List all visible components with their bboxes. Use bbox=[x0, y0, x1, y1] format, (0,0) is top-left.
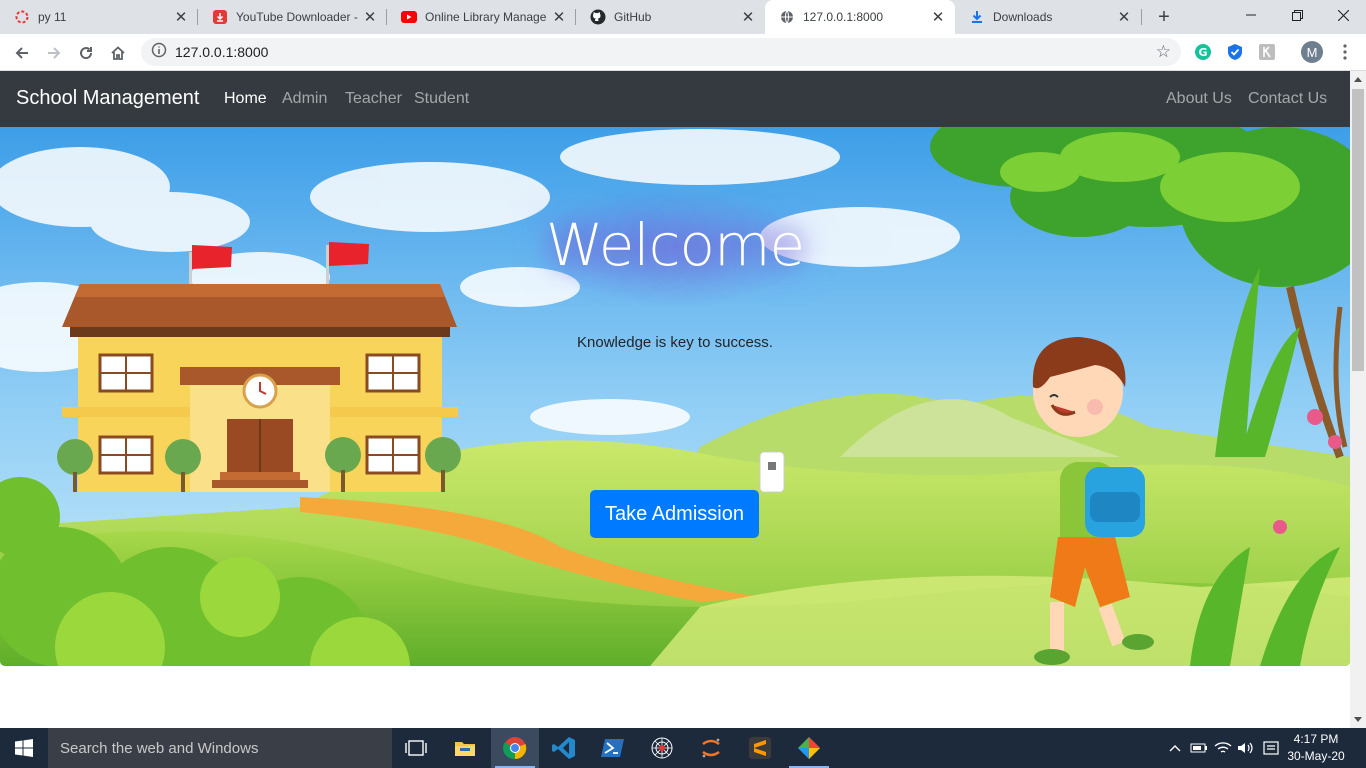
download-icon bbox=[212, 9, 228, 25]
tab-youtube-downloader[interactable]: YouTube Downloader - ✕ bbox=[198, 0, 387, 34]
clock-time: 4:17 PM bbox=[1293, 732, 1339, 746]
nav-link-contact-us[interactable]: Contact Us bbox=[1248, 90, 1327, 108]
globe-icon bbox=[779, 9, 795, 25]
browser-toolbar: 127.0.0.1:8000 ☆ G M bbox=[0, 34, 1366, 71]
scroll-down-arrow-icon[interactable] bbox=[1354, 717, 1362, 722]
nav-link-about-us[interactable]: About Us bbox=[1166, 90, 1232, 108]
back-button[interactable] bbox=[8, 39, 36, 67]
grammarly-icon[interactable]: G bbox=[1193, 42, 1213, 62]
start-button[interactable] bbox=[0, 728, 48, 768]
download-arrow-icon bbox=[969, 9, 985, 25]
profile-avatar[interactable]: M bbox=[1301, 41, 1323, 63]
tab-online-library[interactable]: Online Library Manage ✕ bbox=[387, 0, 576, 34]
close-icon[interactable]: ✕ bbox=[1115, 8, 1133, 26]
jupyter-icon[interactable] bbox=[687, 728, 735, 768]
tab-title: YouTube Downloader - bbox=[236, 10, 358, 24]
tab-title: 127.0.0.1:8000 bbox=[803, 10, 884, 24]
taskbar-clock[interactable]: 4:17 PM 30-May-20 bbox=[1286, 731, 1346, 765]
hero-banner: Welcome Knowledge is key to success. Tak… bbox=[0, 127, 1350, 666]
forward-button[interactable] bbox=[40, 39, 68, 67]
svg-text:G: G bbox=[1198, 46, 1207, 59]
scroll-up-arrow-icon[interactable] bbox=[1354, 77, 1362, 82]
notifications-icon[interactable] bbox=[1260, 728, 1282, 768]
file-explorer-icon[interactable] bbox=[441, 728, 489, 768]
loading-icon bbox=[14, 9, 30, 25]
scrollbar-thumb[interactable] bbox=[1352, 89, 1364, 371]
tab-title: Downloads bbox=[993, 10, 1053, 24]
tab-localhost[interactable]: 127.0.0.1:8000 ✕ bbox=[765, 0, 955, 34]
sublime-text-icon[interactable] bbox=[736, 728, 784, 768]
search-placeholder: Search the web and Windows bbox=[60, 739, 259, 757]
close-window-button[interactable] bbox=[1320, 0, 1366, 30]
close-icon[interactable]: ✕ bbox=[929, 8, 947, 26]
tab-py11[interactable]: py 11 ✕ bbox=[0, 0, 198, 34]
page-scrollbar[interactable] bbox=[1350, 71, 1366, 728]
tab-title: GitHub bbox=[614, 10, 652, 24]
nav-link-admin[interactable]: Admin bbox=[282, 90, 327, 108]
youtube-icon bbox=[401, 9, 417, 25]
wifi-icon[interactable] bbox=[1212, 728, 1234, 768]
page-viewport: School Management Home Admin Teacher Stu… bbox=[0, 71, 1350, 728]
tab-title: Online Library Manage bbox=[425, 10, 547, 24]
menu-dots-icon[interactable] bbox=[1335, 42, 1355, 62]
github-icon bbox=[590, 9, 606, 25]
reload-button[interactable] bbox=[72, 39, 100, 67]
nav-link-student[interactable]: Student bbox=[414, 90, 469, 108]
clock-date: 30-May-20 bbox=[1287, 749, 1345, 763]
close-icon[interactable]: ✕ bbox=[172, 8, 190, 26]
shield-icon[interactable] bbox=[1225, 42, 1245, 62]
task-view-icon[interactable] bbox=[392, 728, 440, 768]
taskbar-search[interactable]: Search the web and Windows bbox=[48, 728, 392, 768]
extension-icon[interactable] bbox=[1257, 42, 1277, 62]
navbar-brand[interactable]: School Management bbox=[16, 87, 199, 110]
address-bar[interactable]: 127.0.0.1:8000 ☆ bbox=[141, 38, 1181, 66]
tab-title: py 11 bbox=[38, 10, 67, 24]
tab-downloads[interactable]: Downloads ✕ bbox=[955, 0, 1141, 34]
close-icon[interactable]: ✕ bbox=[361, 8, 379, 26]
new-tab-button[interactable]: + bbox=[1152, 5, 1176, 29]
site-navbar: School Management Home Admin Teacher Stu… bbox=[0, 71, 1350, 127]
bookmark-star-icon[interactable]: ☆ bbox=[1156, 42, 1171, 62]
windows-logo-icon bbox=[15, 739, 33, 757]
powershell-icon[interactable] bbox=[589, 728, 637, 768]
tab-github[interactable]: GitHub ✕ bbox=[576, 0, 765, 34]
volume-icon[interactable] bbox=[1236, 728, 1256, 768]
minimize-button[interactable] bbox=[1228, 0, 1274, 30]
close-icon[interactable]: ✕ bbox=[739, 8, 757, 26]
windows-taskbar: Search the web and Windows 4:17 PM 30-Ma… bbox=[0, 728, 1366, 768]
url-text[interactable]: 127.0.0.1:8000 bbox=[175, 44, 268, 60]
git-app-icon[interactable] bbox=[785, 728, 833, 768]
browser-tab-strip: py 11 ✕ YouTube Downloader - ✕ Online Li… bbox=[0, 0, 1366, 34]
info-icon[interactable] bbox=[151, 42, 167, 63]
chevron-up-icon[interactable] bbox=[1166, 728, 1184, 768]
school-illustration bbox=[0, 127, 1350, 666]
chrome-icon[interactable] bbox=[491, 728, 539, 768]
vscode-icon[interactable] bbox=[540, 728, 588, 768]
nav-link-home[interactable]: Home bbox=[224, 90, 267, 108]
hero-title: Welcome bbox=[545, 211, 805, 279]
take-admission-button[interactable]: Take Admission bbox=[590, 490, 759, 538]
hero-subtitle: Knowledge is key to success. bbox=[577, 334, 773, 351]
battery-icon[interactable] bbox=[1188, 728, 1210, 768]
restore-button[interactable] bbox=[1274, 0, 1320, 30]
spider-app-icon[interactable] bbox=[638, 728, 686, 768]
home-button[interactable] bbox=[104, 39, 132, 67]
nav-link-teacher[interactable]: Teacher bbox=[345, 90, 402, 108]
close-icon[interactable]: ✕ bbox=[550, 8, 568, 26]
